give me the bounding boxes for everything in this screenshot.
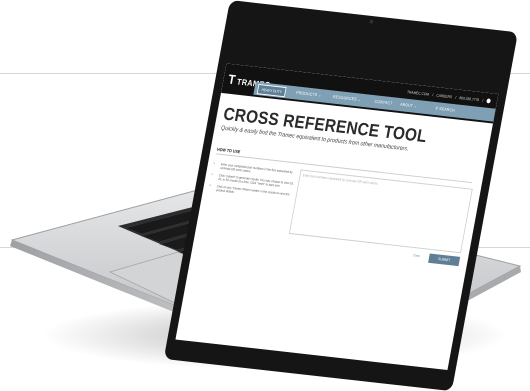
separator: / <box>431 92 434 98</box>
nav-resources[interactable]: RESOURCES ⌄ <box>332 94 362 103</box>
link-phone[interactable]: 800.336.7778 <box>459 95 479 102</box>
nav-about[interactable]: ABOUT ⌄ <box>400 102 418 109</box>
nav-products[interactable]: PRODUCTS ⌄ <box>296 90 322 98</box>
how-to-steps: Enter your competitor part numbers in th… <box>210 162 297 204</box>
nav-search-label: SEARCH <box>438 106 456 113</box>
nav-search[interactable]: ⚲ SEARCH <box>435 106 455 114</box>
browser-viewport: TTRAMEC TRAMEC.COM / CAREERS / 800.336.7… <box>175 63 499 371</box>
separator: / <box>481 97 484 103</box>
submit-button[interactable]: SUBMIT <box>428 253 461 267</box>
clear-link[interactable]: Clear <box>413 254 420 258</box>
nav-heavy-duty[interactable]: HEAVY DUTY <box>256 83 287 98</box>
link-tramec-com[interactable]: TRAMEC.COM <box>407 89 430 96</box>
part-numbers-textarea[interactable]: Enter part numbers separated by commas O… <box>288 169 473 254</box>
user-icon[interactable] <box>486 98 491 104</box>
link-careers[interactable]: CAREERS <box>436 93 452 99</box>
separator: / <box>454 94 457 100</box>
webcam <box>369 19 374 24</box>
nav-contact[interactable]: CONTACT <box>374 99 393 106</box>
